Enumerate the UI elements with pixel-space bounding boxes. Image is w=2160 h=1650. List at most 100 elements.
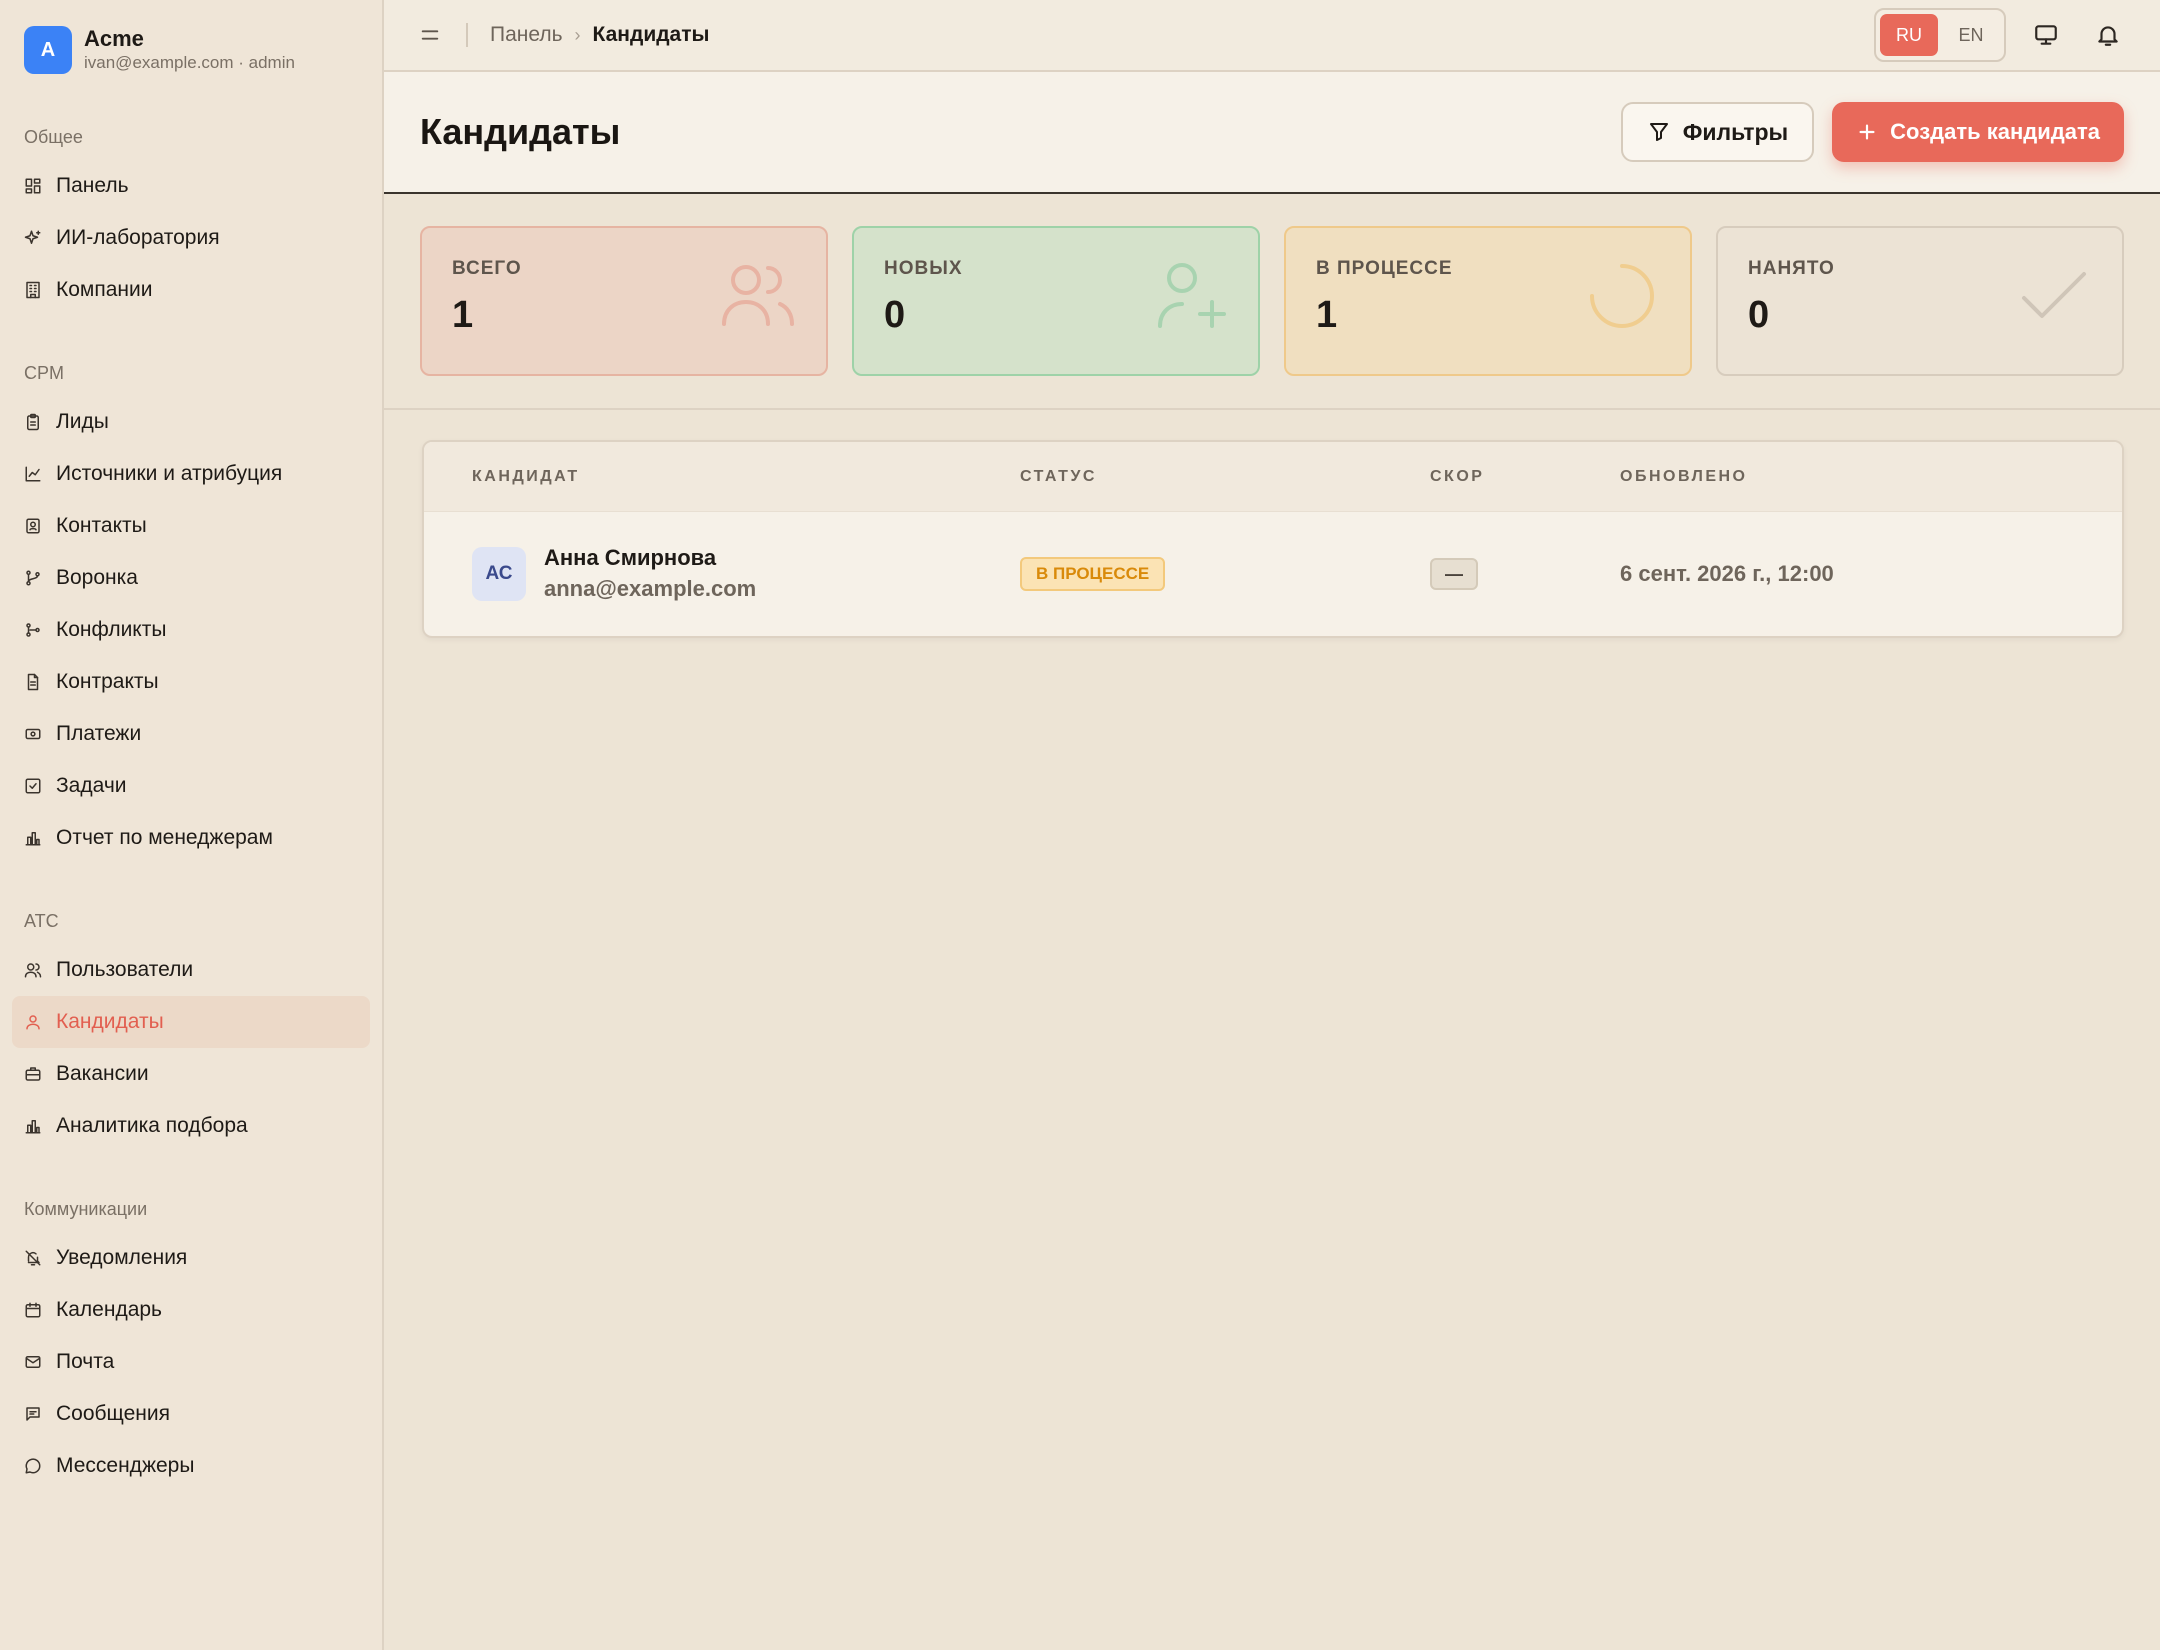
sidebar-item-label: Панель: [56, 174, 129, 197]
stat-card-hired: НАНЯТО 0: [1716, 226, 2124, 376]
git-branch-icon: [24, 569, 42, 587]
bar-chart-icon: [24, 829, 42, 847]
app-root: A Acme ivan@example.com · admin Общее Па…: [0, 0, 2160, 1650]
sidebar-item-label: Воронка: [56, 566, 138, 589]
topbar-divider: [466, 23, 468, 47]
sidebar-item-contracts[interactable]: Контракты: [12, 656, 370, 708]
filter-icon: [1649, 123, 1668, 141]
nav-section-ats: ATC: [24, 911, 59, 931]
sidebar-item-label: Мессенджеры: [56, 1454, 195, 1477]
create-candidate-button-label: Создать кандидата: [1890, 119, 2100, 144]
sidebar-item-candidates[interactable]: Кандидаты: [12, 996, 370, 1048]
main-content: Панель › Кандидаты RU EN Кандидаты Фильт…: [384, 0, 2160, 1650]
sidebar-item-tasks[interactable]: Задачи: [12, 760, 370, 812]
bell-icon: [2098, 26, 2118, 46]
sidebar-item-label: Платежи: [56, 722, 142, 745]
sidebar-item-label: Почта: [56, 1350, 115, 1373]
sidebar-item-mail[interactable]: Почта: [12, 1336, 370, 1388]
users-icon: [720, 258, 796, 334]
user-icon: [24, 1013, 42, 1031]
sidebar-item-label: Пользователи: [56, 958, 194, 981]
language-en-button[interactable]: EN: [1942, 14, 2000, 56]
sidebar-item-notifications[interactable]: Уведомления: [12, 1232, 370, 1284]
sidebar-item-ai-lab[interactable]: ИИ-лаборатория: [12, 212, 370, 264]
language-switcher: RU EN: [1874, 8, 2006, 62]
breadcrumb-link-dashboard[interactable]: Панель: [490, 23, 563, 47]
sidebar-item-label: Контракты: [56, 670, 159, 693]
updated-timestamp: 6 сент. 2026 г., 12:00: [1620, 561, 1834, 586]
brand-name: Acme: [84, 26, 144, 51]
sidebar-item-manager-report[interactable]: Отчет по менеджерам: [12, 812, 370, 864]
topbar: Панель › Кандидаты RU EN: [384, 0, 2160, 72]
nav-section-general: Общее: [24, 127, 83, 147]
sidebar-item-label: Конфликты: [56, 618, 167, 641]
column-header-updated[interactable]: ОБНОВЛЕНО: [1620, 468, 2122, 486]
sidebar-item-label: Компании: [56, 278, 153, 301]
sidebar-item-calendar[interactable]: Календарь: [12, 1284, 370, 1336]
briefcase-icon: [24, 1065, 42, 1083]
candidate-name[interactable]: Анна Смирнова: [544, 543, 756, 573]
sidebar-item-vacancies[interactable]: Вакансии: [12, 1048, 370, 1100]
page-title: Кандидаты: [420, 111, 621, 152]
status-badge: В ПРОЦЕССЕ: [1020, 557, 1166, 591]
brand-subtitle: ivan@example.com · admin: [84, 53, 295, 72]
git-merge-icon: [24, 621, 42, 639]
monitor-icon: [2035, 25, 2057, 45]
sidebar-item-payments[interactable]: Платежи: [12, 708, 370, 760]
clipboard-icon: [24, 413, 42, 431]
sidebar-item-label: Источники и атрибуция: [56, 462, 283, 485]
sidebar-item-companies[interactable]: Компании: [12, 264, 370, 316]
stats-row: ВСЕГО 1 НОВЫХ 0 В ПРОЦЕССЕ 1 НАНЯТО 0: [384, 194, 2160, 410]
column-header-status[interactable]: СТАТУС: [1020, 468, 1430, 486]
breadcrumb-separator-icon: ›: [574, 24, 581, 45]
sidebar-item-label: Уведомления: [56, 1246, 188, 1269]
file-text-icon: [24, 673, 42, 691]
plus-icon: [1859, 124, 1875, 140]
breadcrumb: Панель › Кандидаты: [490, 23, 709, 47]
sidebar-item-messages[interactable]: Сообщения: [12, 1388, 370, 1440]
sidebar-item-leads[interactable]: Лиды: [12, 396, 370, 448]
message-square-icon: [24, 1405, 42, 1423]
filters-button[interactable]: Фильтры: [1620, 102, 1815, 162]
sidebar-item-label: Аналитика подбора: [56, 1114, 248, 1137]
sidebar-item-dashboard[interactable]: Панель: [12, 160, 370, 212]
workspace-switcher[interactable]: A Acme ivan@example.com · admin: [0, 0, 382, 76]
chart-line-icon: [24, 465, 42, 483]
sidebar-item-funnel[interactable]: Воронка: [12, 552, 370, 604]
column-header-candidate[interactable]: КАНДИДАТ: [424, 468, 1020, 486]
message-circle-icon: [24, 1457, 42, 1475]
sidebar-item-users[interactable]: Пользователи: [12, 944, 370, 996]
column-header-score[interactable]: СКОР: [1430, 468, 1620, 486]
sidebar-item-label: Лиды: [56, 410, 109, 433]
nav-section-crm: CPM: [24, 363, 64, 383]
candidate-email: anna@example.com: [544, 576, 757, 601]
sidebar-item-label: Кандидаты: [56, 1010, 164, 1033]
check-square-icon: [24, 777, 42, 795]
language-ru-button[interactable]: RU: [1880, 14, 1938, 56]
stat-card-total: ВСЕГО 1: [420, 226, 828, 376]
score-badge: —: [1430, 558, 1478, 590]
avatar: АС: [472, 547, 526, 601]
sidebar-item-label: Вакансии: [56, 1062, 149, 1085]
calendar-icon: [24, 1301, 42, 1319]
nav-section-communications: Коммуникации: [24, 1199, 148, 1219]
notifications-button[interactable]: [2086, 13, 2130, 57]
sidebar-item-label: Отчет по менеджерам: [56, 826, 273, 849]
sidebar-item-sources[interactable]: Источники и атрибуция: [12, 448, 370, 500]
building-icon: [24, 281, 42, 299]
sidebar-item-contacts[interactable]: Контакты: [12, 500, 370, 552]
sidebar-item-messengers[interactable]: Мессенджеры: [12, 1440, 370, 1492]
bell-off-icon: [24, 1249, 42, 1267]
sidebar-toggle-button[interactable]: [414, 19, 446, 51]
sparkles-icon: [24, 229, 42, 247]
table-row[interactable]: АС Анна Смирнова anna@example.com В ПРОЦ…: [424, 512, 2122, 636]
users-icon: [24, 961, 42, 979]
sidebar-item-conflicts[interactable]: Конфликты: [12, 604, 370, 656]
create-candidate-button[interactable]: Создать кандидата: [1832, 102, 2124, 162]
loader-icon: [1584, 258, 1660, 334]
display-mode-button[interactable]: [2024, 13, 2068, 57]
table-header: КАНДИДАТ СТАТУС СКОР ОБНОВЛЕНО: [424, 442, 2122, 512]
sidebar-item-label: Контакты: [56, 514, 147, 537]
sidebar-item-hiring-analytics[interactable]: Аналитика подбора: [12, 1100, 370, 1152]
mail-icon: [24, 1353, 42, 1371]
